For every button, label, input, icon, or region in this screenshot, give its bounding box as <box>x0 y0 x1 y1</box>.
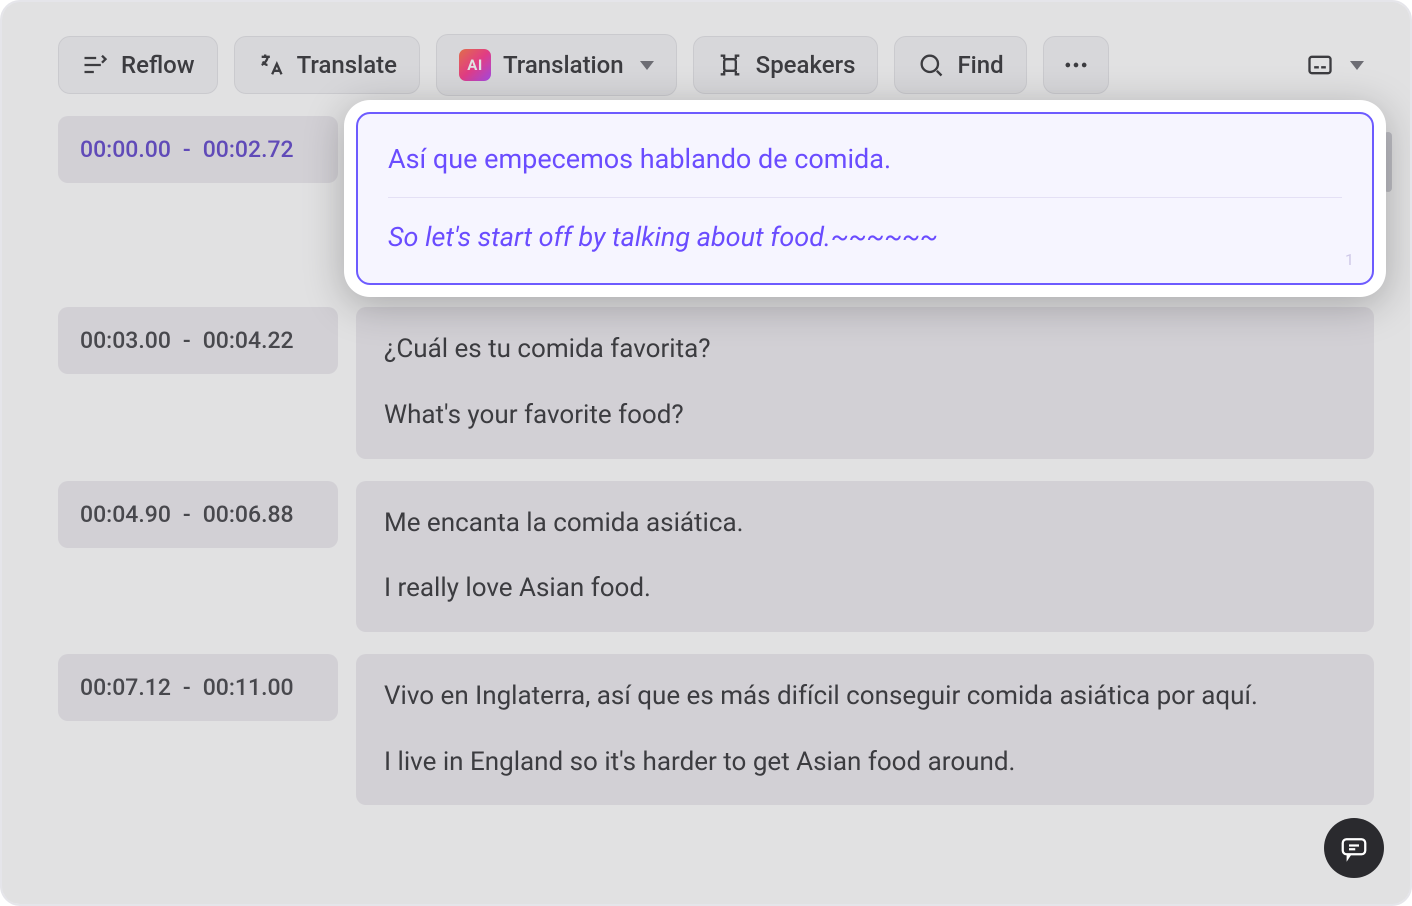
more-button[interactable] <box>1043 36 1109 94</box>
reflow-icon <box>81 51 109 79</box>
source-text[interactable]: Así que empecemos hablando de comida. <box>388 140 1342 179</box>
subtitle-row: 00:07.12 - 00:11.00 Vivo en Inglaterra, … <box>58 654 1374 805</box>
subtitle-list: 00:00.00 - 00:02.72 Así que empecemos ha… <box>2 116 1410 847</box>
chat-icon <box>1339 833 1369 863</box>
timestamp-badge[interactable]: 00:04.90 - 00:06.88 <box>58 481 338 548</box>
subtitle-bubble[interactable]: ¿Cuál es tu comida favorita? What's your… <box>356 307 1374 458</box>
find-label: Find <box>957 51 1003 79</box>
start-time: 00:04.90 <box>80 501 171 528</box>
subtitle-row: 00:00.00 - 00:02.72 Así que empecemos ha… <box>58 116 1374 285</box>
caption-view-icon <box>1306 51 1334 79</box>
timestamp-badge[interactable]: 00:00.00 - 00:02.72 <box>58 116 338 183</box>
target-text[interactable]: I live in England so it's harder to get … <box>384 744 1346 782</box>
subtitle-bubble[interactable]: Me encanta la comida asiática. I really … <box>356 481 1374 632</box>
toolbar: Reflow Translate AI Translation Speakers… <box>2 2 1410 116</box>
start-time: 00:00.00 <box>80 136 171 163</box>
chevron-down-icon <box>1350 61 1364 70</box>
end-time: 00:06.88 <box>203 501 294 528</box>
target-text[interactable]: So let's start off by talking about food… <box>388 218 1342 257</box>
translate-button[interactable]: Translate <box>234 36 420 94</box>
end-time: 00:02.72 <box>203 136 294 163</box>
dash: - <box>179 327 195 354</box>
subtitle-row: 00:03.00 - 00:04.22 ¿Cuál es tu comida f… <box>58 307 1374 458</box>
start-time: 00:07.12 <box>80 674 171 701</box>
editor-panel: Reflow Translate AI Translation Speakers… <box>0 0 1412 906</box>
start-time: 00:03.00 <box>80 327 171 354</box>
ai-badge-icon: AI <box>459 49 491 81</box>
translation-dropdown[interactable]: AI Translation <box>436 34 677 96</box>
source-text[interactable]: ¿Cuál es tu comida favorita? <box>384 331 1346 369</box>
reflow-label: Reflow <box>121 51 195 79</box>
divider <box>388 197 1342 198</box>
timestamp-badge[interactable]: 00:07.12 - 00:11.00 <box>58 654 338 721</box>
speakers-icon <box>716 51 744 79</box>
chat-assistant-fab[interactable] <box>1324 818 1384 878</box>
reflow-button[interactable]: Reflow <box>58 36 218 94</box>
translation-label: Translation <box>503 51 624 79</box>
translate-icon <box>257 51 285 79</box>
chevron-down-icon <box>640 61 654 70</box>
dash: - <box>179 674 195 701</box>
target-text[interactable]: What's your favorite food? <box>384 397 1346 435</box>
end-time: 00:11.00 <box>203 674 294 701</box>
find-button[interactable]: Find <box>894 36 1026 94</box>
dash: - <box>179 501 195 528</box>
view-mode-dropdown[interactable] <box>1296 43 1374 87</box>
timestamp-badge[interactable]: 00:03.00 - 00:04.22 <box>58 307 338 374</box>
subtitle-bubble[interactable]: Vivo en Inglaterra, así que es más difíc… <box>356 654 1374 805</box>
source-text[interactable]: Vivo en Inglaterra, así que es más difíc… <box>384 678 1346 716</box>
source-text[interactable]: Me encanta la comida asiática. <box>384 505 1346 543</box>
speakers-label: Speakers <box>756 51 856 79</box>
subtitle-row: 00:04.90 - 00:06.88 Me encanta la comida… <box>58 481 1374 632</box>
translate-label: Translate <box>297 51 397 79</box>
line-counter: 1 <box>1345 250 1354 269</box>
target-text[interactable]: I really love Asian food. <box>384 570 1346 608</box>
subtitle-bubble-selected[interactable]: Así que empecemos hablando de comida. So… <box>356 112 1374 285</box>
search-icon <box>917 51 945 79</box>
end-time: 00:04.22 <box>203 327 294 354</box>
dash: - <box>179 136 195 163</box>
more-horizontal-icon <box>1062 51 1090 79</box>
speakers-button[interactable]: Speakers <box>693 36 879 94</box>
